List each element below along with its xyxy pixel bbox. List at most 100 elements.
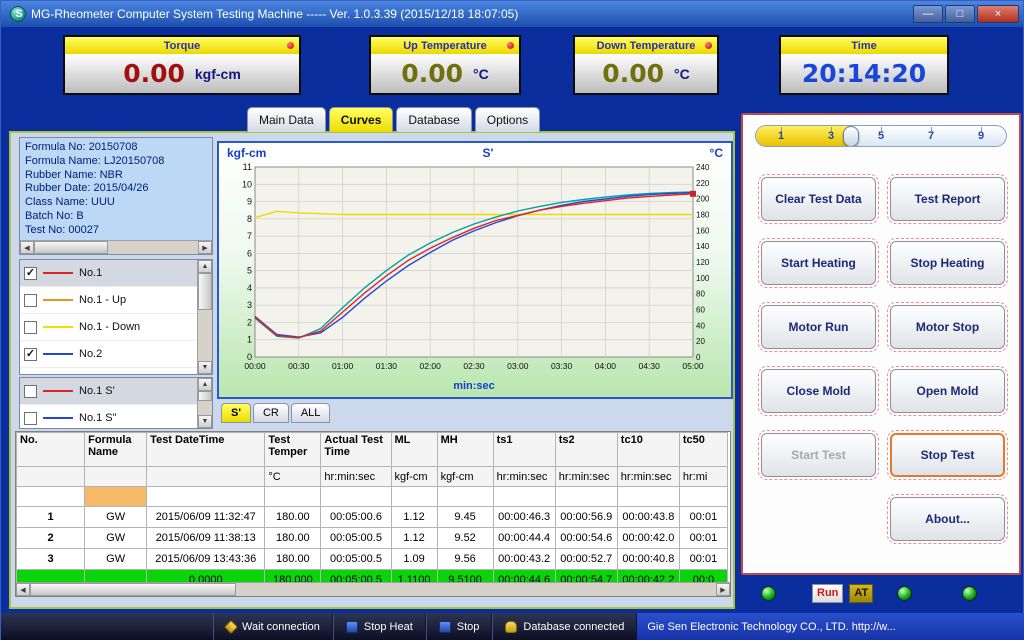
series-item-no-1-up[interactable]: No.1 - Up [20,287,197,314]
series-label: No.1 [79,267,102,279]
column-header-actual-test-time[interactable]: Actual Test Time [321,433,391,467]
series-list2-scrollbar[interactable] [197,378,212,428]
cell [437,487,493,507]
clear-test-data-button[interactable]: Clear Test Data [761,177,876,221]
series-item-no-1-down[interactable]: No.1 - Down [20,314,197,341]
status-database-connected: Database connected [492,613,637,640]
app-window: MG-Rheometer Computer System Testing Mac… [0,0,1024,640]
stop-heating-button[interactable]: Stop Heating [890,241,1005,285]
series-item-no-2-up[interactable]: No.2 - Up [20,368,197,374]
scroll-up-icon[interactable] [198,378,212,391]
close-button[interactable]: × [977,5,1019,23]
series-item-no-2[interactable]: ✓No.2 [20,341,197,368]
series-list-scrollbar[interactable] [197,260,212,374]
tab-options[interactable]: Options [475,107,540,132]
chart-tab-bar: S'CRALL [221,403,330,423]
series-item-no-1-s[interactable]: No.1 S' [20,378,197,405]
svg-text:6: 6 [247,248,252,258]
table-horizontal-scrollbar[interactable] [16,582,730,596]
column-header-ts1[interactable]: ts1 [493,433,555,467]
info-horizontal-scrollbar[interactable] [20,240,212,254]
scroll-right-icon[interactable] [198,241,212,254]
time-title: Time [851,40,876,52]
checkbox[interactable] [24,321,37,334]
scrollbar-thumb[interactable] [34,241,108,254]
series-item-no-1-s[interactable]: No.1 S" [20,405,197,428]
close-mold-button[interactable]: Close Mold [761,369,876,413]
scroll-left-icon[interactable] [16,583,30,596]
unit-cell: hr:min:sec [555,467,617,487]
minimize-button[interactable]: — [913,5,943,23]
cell: GW [85,549,147,570]
column-header-formula-name[interactable]: Formula Name [85,433,147,467]
up-temperature-value: 0.00°C [371,54,519,93]
maximize-button[interactable]: □ [945,5,975,23]
series-item-no-1[interactable]: ✓ No.1 [20,260,197,287]
scroll-up-icon[interactable] [198,260,212,273]
checkbox[interactable]: ✓ [24,267,37,280]
scrollbar-thumb[interactable] [198,391,212,401]
cell: 9.45 [437,507,493,528]
svg-text:2: 2 [247,317,252,327]
open-mold-button[interactable]: Open Mold [890,369,1005,413]
series-color-line [43,272,73,274]
scroll-down-icon[interactable] [198,361,212,374]
checkbox[interactable]: ✓ [24,348,37,361]
column-header-mh[interactable]: MH [437,433,493,467]
svg-text:00:30: 00:30 [288,361,310,371]
torque-display: Torque0.00kgf-cm [63,35,301,95]
control-buttons: Clear Test Data Test Report Start Heating S… [761,177,1005,541]
column-header-ts2[interactable]: ts2 [555,433,617,467]
tab-curves[interactable]: Curves [329,107,394,132]
unit-cell [147,467,265,487]
scroll-down-icon[interactable] [198,415,212,428]
about-button[interactable]: About... [890,497,1005,541]
checkbox[interactable] [24,294,37,307]
series-label: No.1 S' [79,385,115,397]
column-header-no[interactable]: No. [17,433,85,467]
start-heating-button[interactable]: Start Heating [761,241,876,285]
cell: 2015/06/09 11:38:13 [147,528,265,549]
scroll-left-icon[interactable] [20,241,34,254]
checkbox[interactable] [24,412,37,425]
checkbox[interactable] [24,385,37,398]
green-led-indicator [962,586,977,601]
table-row[interactable]: 2GW2015/06/09 11:38:13180.0000:05:00.51.… [17,528,728,549]
tab-database[interactable]: Database [396,107,471,132]
control-panel: 13579 Clear Test Data Test Report Start He… [741,113,1021,575]
torque-label: Torque [65,37,299,54]
column-header-tc10[interactable]: tc10 [617,433,679,467]
table-row[interactable]: 3GW2015/06/09 13:43:36180.0000:05:00.51.… [17,549,728,570]
scroll-right-icon[interactable] [716,583,730,596]
svg-text:1: 1 [247,335,252,345]
column-header-tc50[interactable]: tc50 [679,433,727,467]
cell: 1.12 [391,528,437,549]
table-row[interactable] [17,487,728,507]
column-header-test-datetime[interactable]: Test DateTime [147,433,265,467]
status-indicators: RunAT [741,579,1021,607]
table-row[interactable]: 1GW2015/06/09 11:32:47180.0000:05:00.61.… [17,507,728,528]
chart-tab-all[interactable]: ALL [291,403,331,423]
chart-tab-cr[interactable]: CR [253,403,289,423]
test-report-button[interactable]: Test Report [890,177,1005,221]
svg-text:140: 140 [696,242,710,251]
stop-test-button[interactable]: Stop Test [890,433,1005,477]
chart-tab-s[interactable]: S' [221,403,251,423]
formula-info-line: Formula No: 20150708 [25,141,207,155]
time-value: 20:14:20 [781,54,947,93]
svg-text:40: 40 [696,321,705,330]
channel-slider[interactable]: 13579 [755,125,1007,147]
title-bar[interactable]: MG-Rheometer Computer System Testing Mac… [1,1,1023,27]
green-led-indicator [897,586,912,601]
cell [493,487,555,507]
column-header-test-temper[interactable]: Test Temper [265,433,321,467]
tab-main-data[interactable]: Main Data [247,107,326,132]
svg-text:05:00: 05:00 [682,361,704,371]
scrollbar-thumb[interactable] [30,583,236,596]
scrollbar-thumb[interactable] [198,273,212,310]
slider-thumb[interactable] [843,126,859,147]
motor-run-button[interactable]: Motor Run [761,305,876,349]
column-header-ml[interactable]: ML [391,433,437,467]
motor-stop-button[interactable]: Motor Stop [890,305,1005,349]
heat-icon [346,621,358,633]
